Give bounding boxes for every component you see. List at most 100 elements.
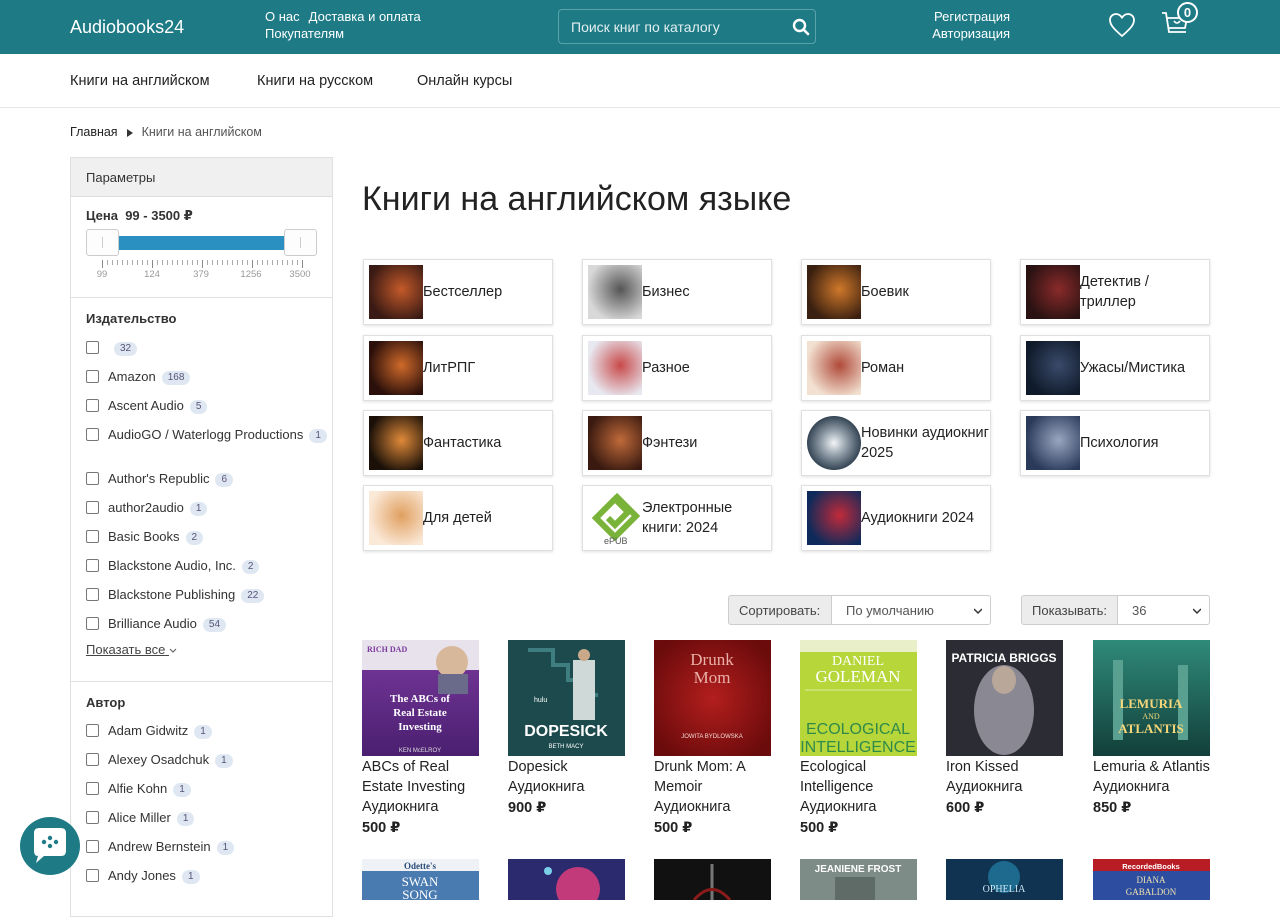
- book-cover[interactable]: RecordedBooks DIANA GABALDON: [1093, 859, 1210, 900]
- product-card[interactable]: DANIEL GOLEMAN ECOLOGICAL INTELLIGENCE E…: [800, 640, 917, 836]
- category-image[interactable]: [588, 265, 642, 319]
- product-card[interactable]: Drunk Mom JOWITA BYDLOWSKA Drunk Mom: A …: [654, 640, 771, 836]
- chat-button[interactable]: [20, 817, 80, 875]
- filter-option-label[interactable]: Alice Miller: [108, 810, 171, 825]
- category-image[interactable]: [807, 341, 861, 395]
- filter-option[interactable]: Brilliance Audio 54: [71, 615, 331, 632]
- show-select[interactable]: 36: [1117, 595, 1210, 625]
- heart-icon[interactable]: [1108, 12, 1136, 38]
- category-card[interactable]: Бизнес: [582, 259, 772, 325]
- category-card[interactable]: ePUB Электронные книги: 2024: [582, 485, 772, 551]
- category-name[interactable]: Бизнес: [642, 260, 770, 324]
- filter-option-label[interactable]: Basic Books: [108, 529, 180, 544]
- filter-checkbox[interactable]: [86, 753, 99, 766]
- nav-russian-books[interactable]: Книги на русском: [257, 73, 373, 89]
- filter-option-label[interactable]: Amazon: [108, 369, 156, 384]
- filter-option-label[interactable]: Alfie Kohn: [108, 781, 167, 796]
- filter-option[interactable]: Amazon 168: [71, 368, 331, 385]
- category-name[interactable]: Ужасы/Мистика: [1080, 336, 1208, 400]
- price-slider-track[interactable]: [104, 236, 286, 250]
- price-min-handle[interactable]: [86, 229, 119, 256]
- filter-option-label[interactable]: Author's Republic: [108, 471, 209, 486]
- category-name[interactable]: Новинки аудиокниг 2025: [861, 411, 989, 475]
- filter-checkbox[interactable]: [86, 588, 99, 601]
- category-card[interactable]: Фэнтези: [582, 410, 772, 476]
- product-card[interactable]: PATRICIA BRIGGS Iron Kissed Аудиокнига 6…: [946, 640, 1063, 816]
- book-cover[interactable]: JEANIENE FROST: [800, 859, 917, 900]
- filter-option-label[interactable]: Adam Gidwitz: [108, 723, 188, 738]
- filter-checkbox[interactable]: [86, 370, 99, 383]
- category-card[interactable]: Боевик: [801, 259, 991, 325]
- filter-checkbox[interactable]: [86, 782, 99, 795]
- product-card[interactable]: hulu DOPESICK BETH MACY Dopesick Аудиокн…: [508, 640, 625, 816]
- filter-checkbox[interactable]: [86, 617, 99, 630]
- category-image[interactable]: [369, 416, 423, 470]
- login-link[interactable]: Авторизация: [900, 25, 1010, 42]
- filter-checkbox[interactable]: [86, 428, 99, 441]
- category-name[interactable]: Для детей: [423, 486, 551, 550]
- category-card[interactable]: Для детей: [363, 485, 553, 551]
- product-name[interactable]: Drunk Mom: A Memoir Аудиокнига: [654, 757, 771, 817]
- category-image[interactable]: [369, 265, 423, 319]
- category-name[interactable]: Фэнтези: [642, 411, 770, 475]
- product-name[interactable]: Ecological Intelligence Аудиокнига: [800, 757, 917, 817]
- filter-option[interactable]: Author's Republic 6: [71, 470, 331, 487]
- filter-option-label[interactable]: Ascent Audio: [108, 398, 184, 413]
- category-image[interactable]: [1026, 265, 1080, 319]
- filter-option[interactable]: Blackstone Audio, Inc. 2: [71, 557, 331, 574]
- register-link[interactable]: Регистрация: [900, 8, 1010, 25]
- category-card[interactable]: ЛитРПГ: [363, 335, 553, 401]
- filter-option-label[interactable]: AudioGO / Waterlogg Productions: [108, 427, 303, 442]
- book-cover[interactable]: Drunk Mom JOWITA BYDLOWSKA: [654, 640, 771, 756]
- category-card[interactable]: Фантастика: [363, 410, 553, 476]
- search-icon[interactable]: [792, 18, 810, 36]
- filter-option-label[interactable]: author2audio: [108, 500, 184, 515]
- category-card[interactable]: Разное: [582, 335, 772, 401]
- category-image[interactable]: [1026, 341, 1080, 395]
- category-image[interactable]: [588, 416, 642, 470]
- customers-link[interactable]: Покупателям: [265, 26, 344, 41]
- category-image[interactable]: [807, 265, 861, 319]
- filter-option[interactable]: 32: [71, 339, 331, 356]
- category-image[interactable]: [588, 341, 642, 395]
- category-name[interactable]: Бестселлер: [423, 260, 551, 324]
- filter-option-label[interactable]: Blackstone Publishing: [108, 587, 235, 602]
- category-card[interactable]: Роман: [801, 335, 991, 401]
- book-cover[interactable]: PATRICIA BRIGGS: [946, 640, 1063, 756]
- filter-option[interactable]: Alexey Osadchuk 1: [71, 751, 331, 768]
- category-name[interactable]: ЛитРПГ: [423, 336, 551, 400]
- book-cover[interactable]: DANIEL GOLEMAN ECOLOGICAL INTELLIGENCE: [800, 640, 917, 756]
- category-card[interactable]: Новинки аудиокниг 2025: [801, 410, 991, 476]
- book-cover[interactable]: hulu DOPESICK BETH MACY: [508, 640, 625, 756]
- filter-checkbox[interactable]: [86, 811, 99, 824]
- filter-checkbox[interactable]: [86, 530, 99, 543]
- filter-checkbox[interactable]: [86, 869, 99, 882]
- product-card[interactable]: LEMURIA AND ATLANTIS Lemuria & Atlantis …: [1093, 640, 1210, 816]
- nav-english-books[interactable]: Книги на английском: [70, 73, 210, 89]
- category-name[interactable]: Электронные книги: 2024: [642, 486, 770, 550]
- book-cover[interactable]: LEMURIA AND ATLANTIS: [1093, 640, 1210, 756]
- product-name[interactable]: Iron Kissed Аудиокнига: [946, 757, 1063, 797]
- book-cover[interactable]: RICH DAD The ABCs of Real Estate Investi…: [362, 640, 479, 756]
- filter-option[interactable]: Alice Miller 1: [71, 809, 331, 826]
- book-cover[interactable]: [508, 859, 625, 900]
- category-card[interactable]: Психология: [1020, 410, 1210, 476]
- product-name[interactable]: ABCs of Real Estate Investing Аудиокнига: [362, 757, 479, 817]
- category-card[interactable]: Детектив / триллер: [1020, 259, 1210, 325]
- filter-checkbox[interactable]: [86, 341, 99, 354]
- filter-checkbox[interactable]: [86, 501, 99, 514]
- filter-option-label[interactable]: Blackstone Audio, Inc.: [108, 558, 236, 573]
- category-image[interactable]: [807, 416, 861, 470]
- about-link[interactable]: О нас: [265, 9, 300, 24]
- book-cover[interactable]: [654, 859, 771, 900]
- filter-option-label[interactable]: Andy Jones: [108, 868, 176, 883]
- category-name[interactable]: Психология: [1080, 411, 1208, 475]
- category-name[interactable]: Боевик: [861, 260, 989, 324]
- category-name[interactable]: Фантастика: [423, 411, 551, 475]
- category-image[interactable]: [1026, 416, 1080, 470]
- filter-option-label[interactable]: Brilliance Audio: [108, 616, 197, 631]
- category-name[interactable]: Аудиокниги 2024: [861, 486, 989, 550]
- filter-option[interactable]: Adam Gidwitz 1: [71, 722, 331, 739]
- book-cover[interactable]: Odette's SWAN SONG: [362, 859, 479, 900]
- delivery-link[interactable]: Доставка и оплата: [309, 9, 421, 24]
